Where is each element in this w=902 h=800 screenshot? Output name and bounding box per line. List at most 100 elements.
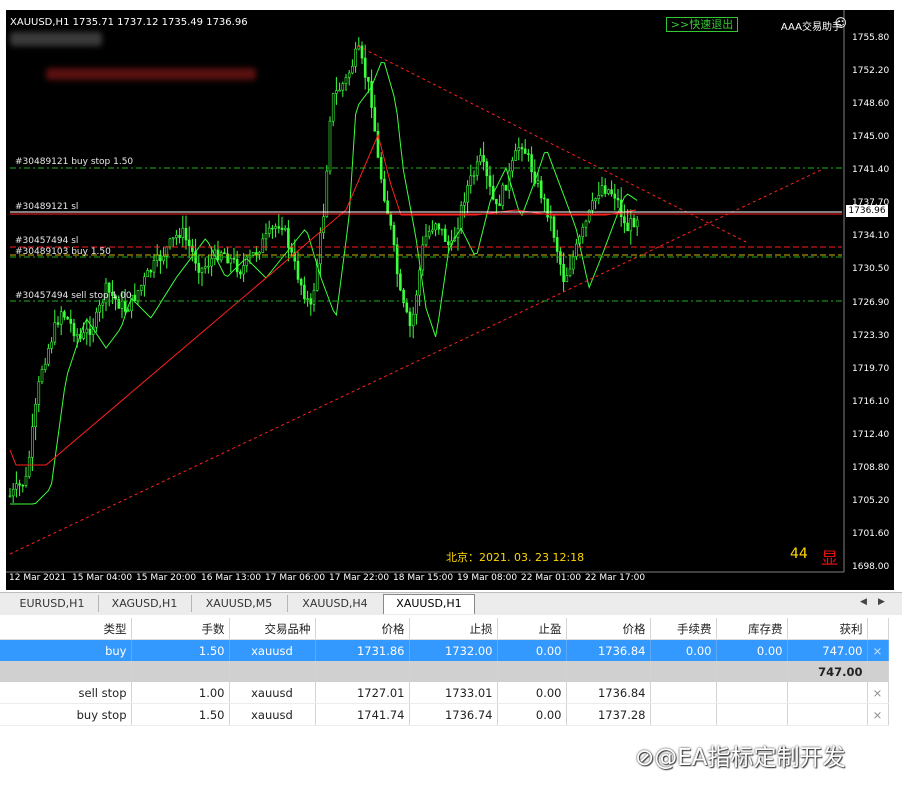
candle-body: [258, 252, 261, 255]
candle-body: [56, 322, 60, 325]
candle-body: [594, 198, 597, 202]
candle-body: [530, 154, 533, 173]
candle-body: [328, 120, 332, 172]
watermark-text: ⊘@EA指标定制开发: [635, 745, 846, 771]
price-tick-label: 1745.00: [852, 132, 890, 143]
time-tick-label: 17 Mar 22:00: [329, 573, 390, 583]
candle-body: [549, 216, 553, 219]
candle-body: [283, 227, 287, 230]
orders-table: 类型 手数 交易品种 价格 止损 止盈 价格 手续费 库存费 获利 buy 1.…: [0, 618, 889, 726]
table-row[interactable]: buy stop 1.50 xauusd 1741.74 1736.74 0.0…: [0, 703, 889, 726]
table-row[interactable]: buy 1.50 xauusd 1731.86 1732.00 0.00 173…: [0, 639, 889, 661]
candle-body: [171, 237, 175, 240]
table-row[interactable]: sell stop 1.00 xauusd 1727.01 1733.01 0.…: [0, 682, 889, 704]
close-icon[interactable]: ×: [867, 703, 889, 726]
price-chart[interactable]: [6, 10, 894, 590]
tab-eurusd-h1[interactable]: EURUSD,H1: [6, 595, 99, 612]
candle-body: [571, 256, 575, 270]
candle-body: [331, 93, 335, 122]
cell-current: 1737.28: [566, 703, 651, 726]
candle-body: [399, 273, 402, 291]
column-header[interactable]: 交易品种: [229, 618, 316, 640]
candle-body: [95, 311, 98, 328]
cell-symbol: xauusd: [229, 703, 316, 726]
candle-body: [527, 153, 530, 155]
cell-type: sell stop: [0, 682, 132, 704]
candle-body: [363, 57, 367, 78]
column-header[interactable]: 库存费: [716, 618, 788, 640]
price-tick-label: 1701.60: [852, 529, 890, 540]
candle-body: [40, 369, 44, 383]
tab-xauusd-h4[interactable]: XAUUSD,H4: [287, 595, 384, 612]
candle-body: [88, 328, 92, 335]
cell-sl: 1736.74: [409, 703, 498, 726]
price-tick-label: 1705.20: [852, 495, 890, 506]
scroll-left-icon[interactable]: ◀: [860, 597, 867, 607]
display-toggle[interactable]: 显: [821, 544, 838, 569]
tab-xauusd-h1[interactable]: XAUUSD,H1: [383, 594, 475, 614]
scroll-right-icon[interactable]: ▶: [878, 597, 885, 607]
price-tick-label: 1748.60: [852, 99, 890, 110]
candle-body: [200, 267, 204, 273]
cell-sl: 1732.00: [409, 639, 498, 661]
tab-xauusd-m5[interactable]: XAUUSD,M5: [191, 595, 288, 612]
time-tick-label: 12 Mar 2021: [9, 573, 67, 583]
candle-body: [440, 228, 444, 231]
candle-body: [290, 247, 293, 253]
candle-body: [223, 252, 226, 255]
candle-body: [37, 381, 41, 405]
column-header[interactable]: 价格: [315, 618, 410, 640]
quick-exit-button[interactable]: >>快速退出: [666, 17, 738, 32]
cell-symbol: xauusd: [229, 682, 316, 704]
column-header[interactable]: 类型: [0, 618, 132, 640]
column-header[interactable]: 止盈: [497, 618, 567, 640]
candle-body: [43, 363, 47, 370]
price-tick-label: 1741.40: [852, 165, 890, 176]
tab-xagusd-h1[interactable]: XAGUSD,H1: [98, 595, 192, 612]
candle-body: [565, 275, 569, 282]
column-header[interactable]: 价格: [566, 618, 651, 640]
candle-body: [543, 197, 546, 200]
order-label-sl-2: #30457494 sl: [15, 236, 79, 246]
close-icon[interactable]: ×: [867, 639, 889, 661]
candle-body: [539, 180, 543, 199]
candle-body: [11, 488, 15, 497]
smiley-icon[interactable]: ☺: [834, 16, 847, 30]
column-header[interactable]: 止损: [409, 618, 498, 640]
candle-body: [504, 184, 508, 191]
column-header[interactable]: 手数: [131, 618, 230, 640]
candle-body: [389, 213, 393, 226]
candle-body: [408, 311, 412, 327]
candle-body: [354, 48, 357, 67]
candle-body: [184, 227, 188, 241]
candle-body: [299, 279, 303, 286]
candlestick-series: [8, 37, 639, 503]
candle-body: [629, 218, 633, 232]
candle-body: [203, 266, 207, 269]
trade-assistant-label: AAA交易助手: [780, 22, 842, 33]
price-tick-label: 1752.20: [852, 66, 890, 77]
cell-profit: [787, 703, 868, 726]
candle-body: [559, 251, 562, 265]
cell-type: buy: [0, 639, 132, 661]
cell-lots: 1.50: [131, 639, 230, 661]
close-icon[interactable]: ×: [867, 682, 889, 704]
price-tick-label: 1737.70: [852, 198, 890, 209]
column-header[interactable]: 获利: [787, 618, 868, 640]
candle-body: [351, 65, 354, 74]
column-header[interactable]: 手续费: [650, 618, 717, 640]
cell-profit: [787, 682, 868, 704]
candle-body: [395, 244, 399, 275]
candle-body: [427, 230, 431, 237]
candle-body: [517, 147, 521, 151]
chart-window[interactable]: XAUUSD,H1 1735.71 1737.12 1735.49 1736.9…: [6, 10, 894, 590]
cell-current: 1736.84: [566, 682, 651, 704]
candle-body: [597, 194, 601, 199]
candle-body: [280, 227, 284, 230]
candle-body: [210, 258, 213, 267]
candle-body: [459, 205, 463, 229]
candle-body: [520, 147, 524, 150]
blurred-text: [46, 68, 256, 80]
candle-body: [623, 216, 626, 224]
candle-body: [415, 294, 418, 315]
